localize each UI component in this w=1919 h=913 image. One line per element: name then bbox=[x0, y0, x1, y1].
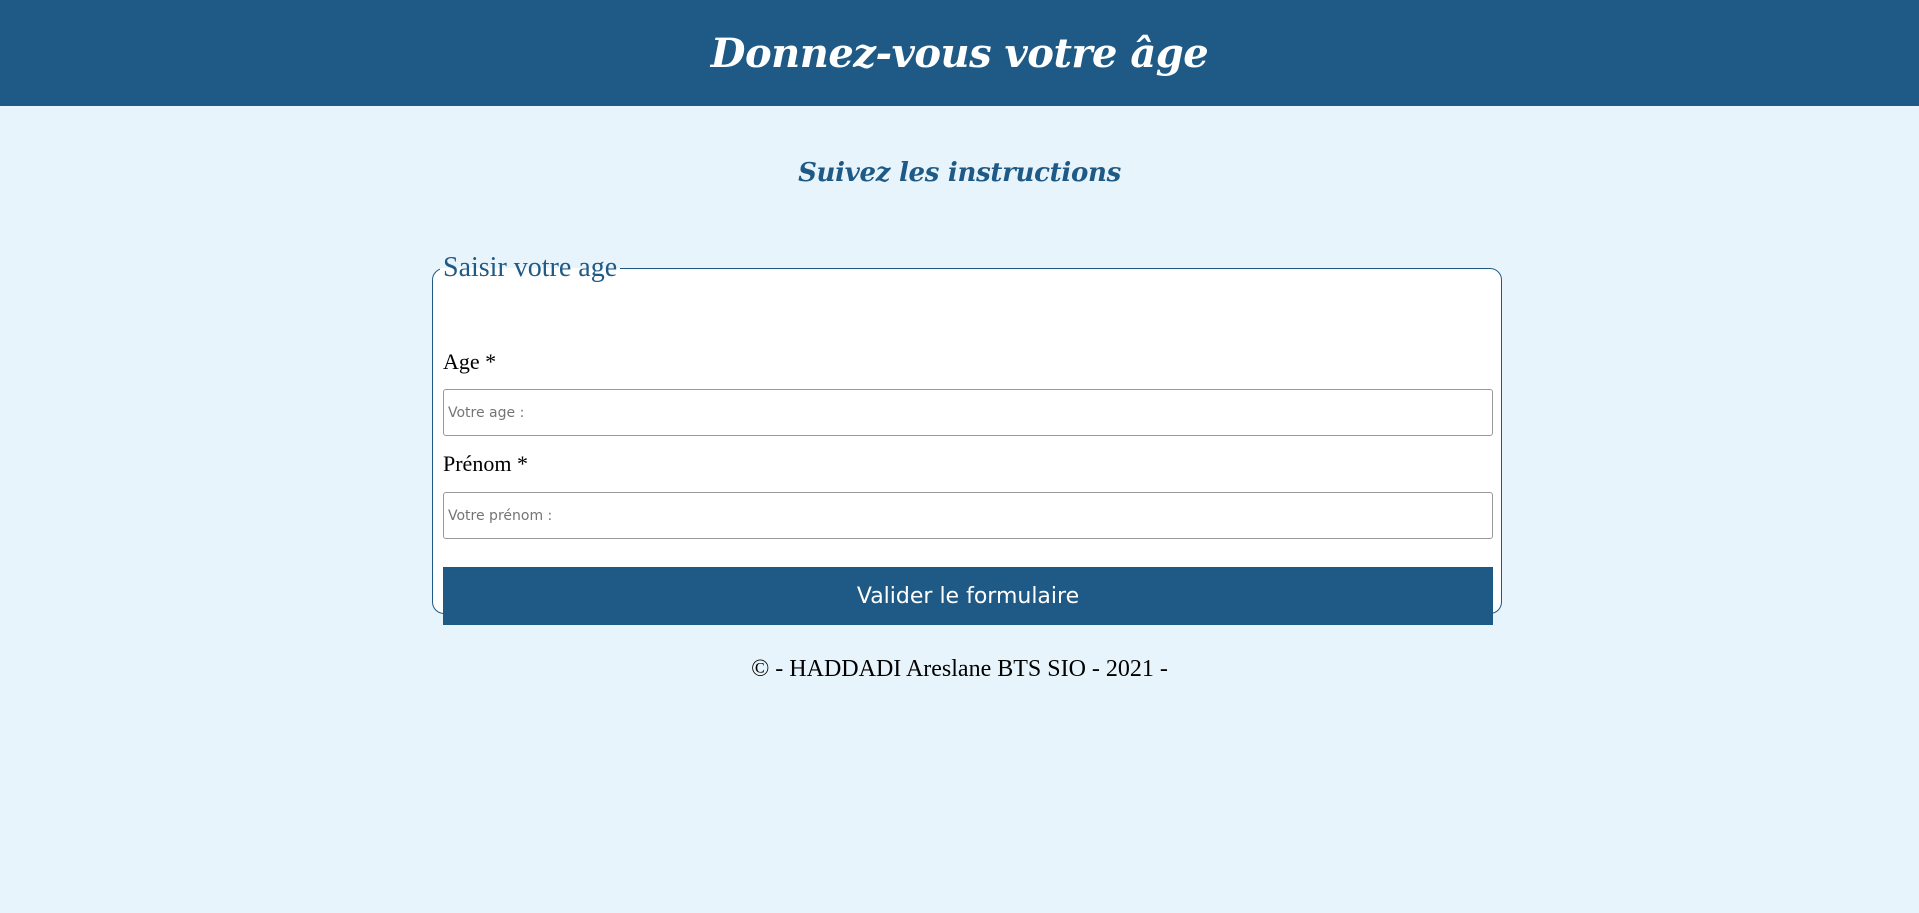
page-title: Donnez-vous votre âge bbox=[710, 29, 1209, 77]
page-header: Donnez-vous votre âge bbox=[0, 0, 1919, 106]
prenom-label: Prénom * bbox=[443, 451, 528, 476]
age-form: Saisir votre age Age * Prénom * Valider … bbox=[432, 252, 1502, 625]
age-input[interactable] bbox=[443, 389, 1493, 436]
submit-button[interactable]: Valider le formulaire bbox=[443, 567, 1493, 625]
page-subtitle: Suivez les instructions bbox=[798, 158, 1121, 188]
footer-copyright: © - HADDADI Areslane BTS SIO - 2021 - bbox=[751, 656, 1168, 682]
age-label: Age * bbox=[443, 349, 497, 374]
form-legend: Saisir votre age bbox=[443, 252, 618, 283]
prenom-input[interactable] bbox=[443, 492, 1493, 539]
